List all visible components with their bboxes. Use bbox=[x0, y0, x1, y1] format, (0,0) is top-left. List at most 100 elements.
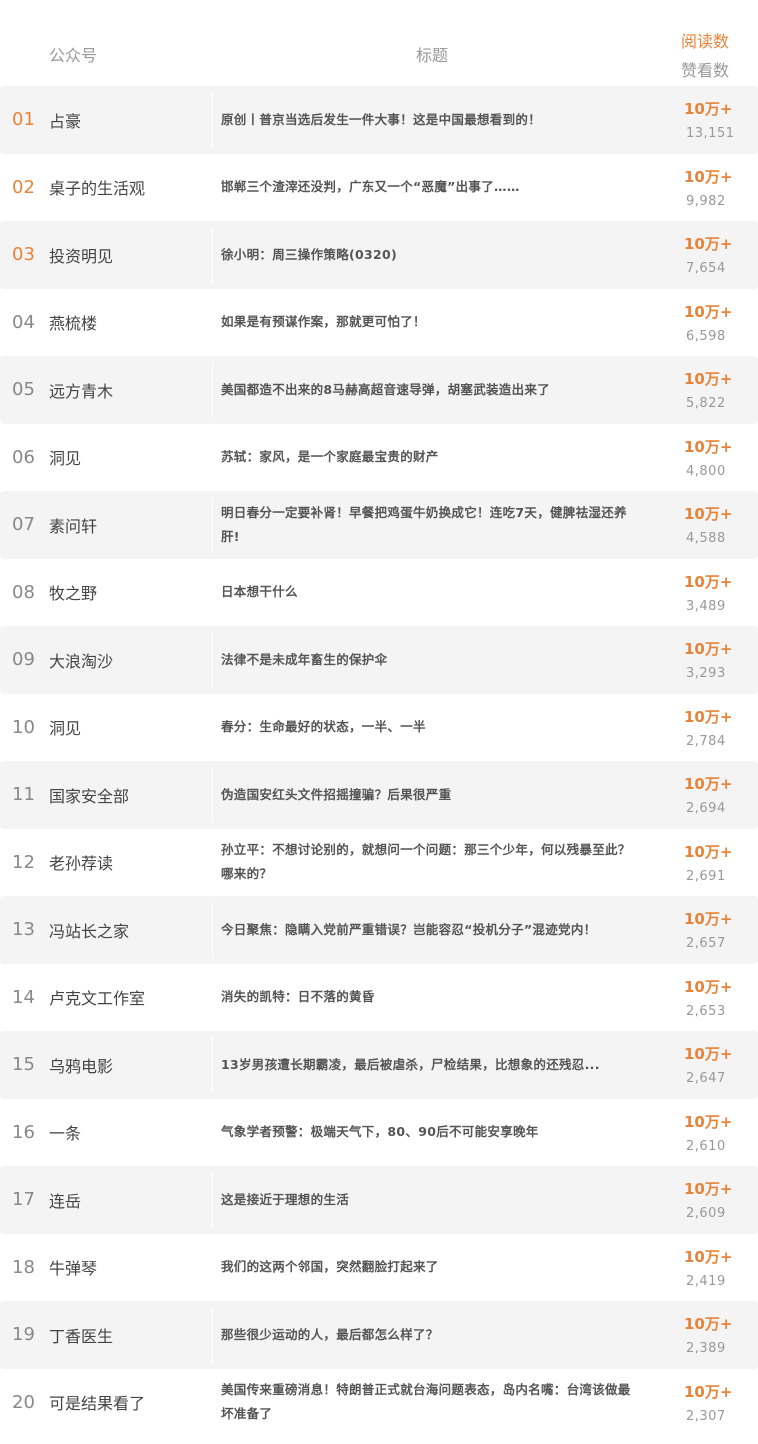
account-name[interactable]: 远方青木 bbox=[49, 356, 113, 424]
article-title[interactable]: 气象学者预警：极端天气下，80、90后不可能安享晚年 bbox=[221, 1099, 639, 1167]
article-title-text[interactable]: 伪造国安红头文件招摇撞骗？后果很严重 bbox=[221, 783, 451, 807]
account-name[interactable]: 牧之野 bbox=[49, 559, 97, 627]
account-name[interactable]: 洞见 bbox=[49, 424, 81, 492]
table-row[interactable]: 10 洞见 春分：生命最好的状态，一半、一半 10万+ 2,784 bbox=[0, 694, 758, 762]
article-title[interactable]: 日本想干什么 bbox=[221, 559, 639, 627]
account-name[interactable]: 可是结果看了 bbox=[49, 1369, 145, 1437]
account-name[interactable]: 冯站长之家 bbox=[49, 896, 129, 964]
account-name[interactable]: 投资明见 bbox=[49, 221, 113, 289]
read-count: 10万+ bbox=[684, 910, 733, 928]
read-count: 10万+ bbox=[684, 235, 733, 253]
like-count: 2,653 bbox=[686, 1003, 726, 1019]
like-count: 13,151 bbox=[686, 126, 735, 141]
article-title-text[interactable]: 徐小明：周三操作策略(0320) bbox=[221, 243, 397, 267]
article-title-text[interactable]: 消失的凯特：日不落的黄昏 bbox=[221, 985, 375, 1009]
table-row[interactable]: 19 丁香医生 那些很少运动的人，最后都怎么样了？ 10万+ 2,389 bbox=[0, 1301, 758, 1369]
article-title-text[interactable]: 我们的这两个邻国，突然翻脸打起来了 bbox=[221, 1255, 439, 1279]
article-title[interactable]: 我们的这两个邻国，突然翻脸打起来了 bbox=[221, 1234, 639, 1302]
account-name[interactable]: 连岳 bbox=[49, 1166, 81, 1234]
account-name[interactable]: 老孙荐读 bbox=[49, 829, 113, 897]
article-title[interactable]: 邯郸三个渣滓还没判，广东又一个“恶魔”出事了…… bbox=[221, 154, 639, 222]
article-title[interactable]: 原创丨普京当选后发生一件大事！这是中国最想看到的！ bbox=[221, 86, 639, 154]
article-title[interactable]: 春分：生命最好的状态，一半、一半 bbox=[221, 694, 639, 762]
column-divider bbox=[212, 1172, 213, 1228]
article-title-text[interactable]: 那些很少运动的人，最后都怎么样了？ bbox=[221, 1323, 439, 1347]
account-name[interactable]: 一条 bbox=[49, 1099, 81, 1167]
table-row[interactable]: 06 洞见 苏轼：家风，是一个家庭最宝贵的财产 10万+ 4,800 bbox=[0, 424, 758, 492]
account-name[interactable]: 燕梳楼 bbox=[49, 289, 97, 357]
article-title-text[interactable]: 孙立平：不想讨论别的，就想问一个问题：那三个少年，何以残暴至此？哪来的？ bbox=[221, 838, 639, 886]
account-name[interactable]: 大浪淘沙 bbox=[49, 626, 113, 694]
article-title[interactable]: 孙立平：不想讨论别的，就想问一个问题：那三个少年，何以残暴至此？哪来的？ bbox=[221, 829, 639, 897]
article-title-text[interactable]: 春分：生命最好的状态，一半、一半 bbox=[221, 715, 426, 739]
like-count: 2,389 bbox=[686, 1341, 726, 1356]
read-count: 10万+ bbox=[684, 1247, 733, 1266]
article-title[interactable]: 那些很少运动的人，最后都怎么样了？ bbox=[221, 1301, 639, 1369]
account-name[interactable]: 国家安全部 bbox=[49, 761, 129, 829]
article-title-text[interactable]: 今日聚焦：隐瞒入党前严重错误？岂能容忍“投机分子”混迹党内！ bbox=[221, 918, 596, 942]
article-title[interactable]: 伪造国安红头文件招摇撞骗？后果很严重 bbox=[221, 761, 639, 829]
table-row[interactable]: 08 牧之野 日本想干什么 10万+ 3,489 bbox=[0, 559, 758, 627]
table-row[interactable]: 11 国家安全部 伪造国安红头文件招摇撞骗？后果很严重 10万+ 2,694 bbox=[0, 761, 758, 829]
table-row[interactable]: 13 冯站长之家 今日聚焦：隐瞒入党前严重错误？岂能容忍“投机分子”混迹党内！ 10万… bbox=[0, 896, 758, 964]
table-row[interactable]: 17 连岳 这是接近于理想的生活 10万+ 2,609 bbox=[0, 1166, 758, 1234]
article-title-text[interactable]: 美国都造不出来的8马赫高超音速导弹，胡塞武装造出来了 bbox=[221, 378, 550, 402]
table-row[interactable]: 09 大浪淘沙 法律不是未成年畜生的保护伞 10万+ 3,293 bbox=[0, 626, 758, 694]
account-name[interactable]: 占豪 bbox=[49, 86, 81, 154]
article-title[interactable]: 徐小明：周三操作策略(0320) bbox=[221, 221, 639, 289]
article-title-text[interactable]: 原创丨普京当选后发生一件大事！这是中国最想看到的！ bbox=[221, 108, 541, 132]
article-title[interactable]: 美国都造不出来的8马赫高超音速导弹，胡塞武装造出来了 bbox=[221, 356, 639, 424]
article-title-text[interactable]: 美国传来重磅消息！特朗普正式就台海问题表态，岛内名嘴：台湾该做最坏准备了 bbox=[221, 1378, 639, 1426]
account-name[interactable]: 卢克文工作室 bbox=[49, 964, 145, 1032]
table-row[interactable]: 18 牛弹琴 我们的这两个邻国，突然翻脸打起来了 10万+ 2,419 bbox=[0, 1234, 758, 1302]
table-row[interactable]: 04 燕梳楼 如果是有预谋作案，那就更可怕了！ 10万+ 6,598 bbox=[0, 289, 758, 357]
column-divider bbox=[212, 969, 213, 1025]
column-header-account: 公众号 bbox=[49, 46, 98, 65]
column-divider bbox=[212, 92, 213, 148]
rank-number: 03 bbox=[12, 244, 35, 266]
article-title-text[interactable]: 如果是有预谋作案，那就更可怕了！ bbox=[221, 310, 426, 334]
like-count: 2,694 bbox=[686, 801, 726, 816]
account-name[interactable]: 桌子的生活观 bbox=[49, 154, 145, 222]
account-name[interactable]: 洞见 bbox=[49, 694, 81, 762]
account-name[interactable]: 乌鸦电影 bbox=[49, 1031, 113, 1099]
table-header: 公众号 标题 阅读数 赞看数 bbox=[0, 0, 758, 88]
table-row[interactable]: 20 可是结果看了 美国传来重磅消息！特朗普正式就台海问题表态，岛内名嘴：台湾该做最… bbox=[0, 1369, 758, 1437]
article-title-text[interactable]: 邯郸三个渣滓还没判，广东又一个“恶魔”出事了…… bbox=[221, 175, 520, 199]
article-title[interactable]: 这是接近于理想的生活 bbox=[221, 1166, 639, 1234]
article-title[interactable]: 明日春分一定要补肾！早餐把鸡蛋牛奶换成它！连吃7天，健脾祛湿还养肝! bbox=[221, 491, 639, 559]
article-title[interactable]: 消失的凯特：日不落的黄昏 bbox=[221, 964, 639, 1032]
table-row[interactable]: 15 乌鸦电影 13岁男孩遭长期霸凌，最后被虐杀，尸检结果，比想象的还残忍... 10… bbox=[0, 1031, 758, 1099]
account-name[interactable]: 丁香医生 bbox=[49, 1301, 113, 1369]
table-row[interactable]: 16 一条 气象学者预警：极端天气下，80、90后不可能安享晚年 10万+ 2,610 bbox=[0, 1099, 758, 1167]
article-title[interactable]: 苏轼：家风，是一个家庭最宝贵的财产 bbox=[221, 424, 639, 492]
article-title-text[interactable]: 气象学者预警：极端天气下，80、90后不可能安享晚年 bbox=[221, 1120, 539, 1144]
account-name[interactable]: 素问轩 bbox=[49, 491, 97, 559]
article-title-text[interactable]: 苏轼：家风，是一个家庭最宝贵的财产 bbox=[221, 445, 439, 469]
column-header-reads[interactable]: 阅读数 bbox=[681, 28, 729, 52]
like-count: 2,610 bbox=[686, 1138, 726, 1154]
article-title-text[interactable]: 法律不是未成年畜生的保护伞 bbox=[221, 648, 387, 672]
article-title[interactable]: 如果是有预谋作案，那就更可怕了！ bbox=[221, 289, 639, 357]
table-row[interactable]: 05 远方青木 美国都造不出来的8马赫高超音速导弹，胡塞武装造出来了 10万+ 5,82… bbox=[0, 356, 758, 424]
column-divider bbox=[212, 227, 213, 283]
column-header-likes[interactable]: 赞看数 bbox=[681, 57, 729, 81]
table-row[interactable]: 12 老孙荐读 孙立平：不想讨论别的，就想问一个问题：那三个少年，何以残暴至此？哪来… bbox=[0, 829, 758, 897]
table-row[interactable]: 03 投资明见 徐小明：周三操作策略(0320) 10万+ 7,654 bbox=[0, 221, 758, 289]
column-header-title[interactable]: 标题 bbox=[416, 42, 448, 66]
table-row[interactable]: 14 卢克文工作室 消失的凯特：日不落的黄昏 10万+ 2,653 bbox=[0, 964, 758, 1032]
article-title-text[interactable]: 日本想干什么 bbox=[221, 580, 298, 604]
article-title[interactable]: 美国传来重磅消息！特朗普正式就台海问题表态，岛内名嘴：台湾该做最坏准备了 bbox=[221, 1369, 639, 1437]
table-row[interactable]: 07 素问轩 明日春分一定要补肾！早餐把鸡蛋牛奶换成它！连吃7天，健脾祛湿还养肝! 1… bbox=[0, 491, 758, 559]
table-row[interactable]: 01 占豪 原创丨普京当选后发生一件大事！这是中国最想看到的！ 10万+ 13,151 bbox=[0, 86, 758, 154]
article-title[interactable]: 法律不是未成年畜生的保护伞 bbox=[221, 626, 639, 694]
article-title-text[interactable]: 明日春分一定要补肾！早餐把鸡蛋牛奶换成它！连吃7天，健脾祛湿还养肝! bbox=[221, 501, 639, 549]
article-title-text[interactable]: 这是接近于理想的生活 bbox=[221, 1188, 349, 1212]
like-count: 3,293 bbox=[686, 666, 726, 681]
article-title-text[interactable]: 13岁男孩遭长期霸凌，最后被虐杀，尸检结果，比想象的还残忍... bbox=[221, 1053, 600, 1077]
table-row[interactable]: 02 桌子的生活观 邯郸三个渣滓还没判，广东又一个“恶魔”出事了…… 10万+ 9,98… bbox=[0, 154, 758, 222]
account-name[interactable]: 牛弹琴 bbox=[49, 1234, 97, 1302]
article-title[interactable]: 13岁男孩遭长期霸凌，最后被虐杀，尸检结果，比想象的还残忍... bbox=[221, 1031, 639, 1099]
article-title[interactable]: 今日聚焦：隐瞒入党前严重错误？岂能容忍“投机分子”混迹党内！ bbox=[221, 896, 639, 964]
read-count: 10万+ bbox=[684, 505, 733, 523]
